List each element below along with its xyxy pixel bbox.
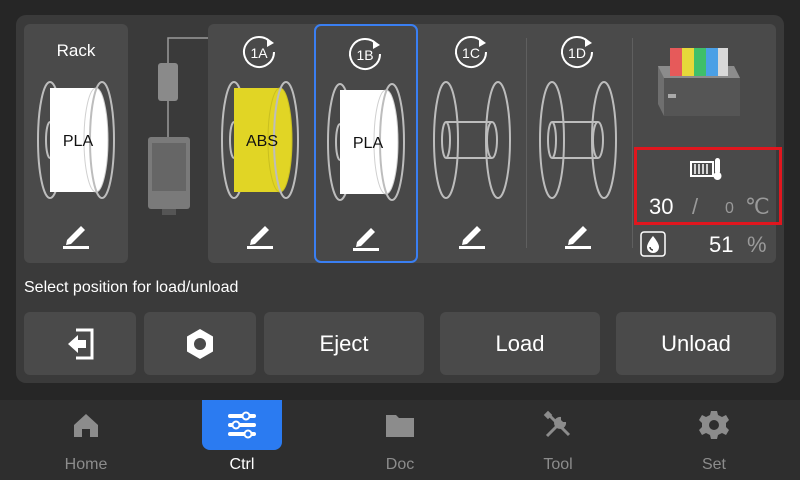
- slot-badge-1a-icon: 1A: [243, 36, 275, 68]
- nav-home-label: Home: [64, 456, 108, 473]
- slot-badge-1b-icon: 1B: [349, 38, 381, 70]
- filament-control-panel: Rack PLA 1A ABS 1B PLA 1C 1D 30 / 0 ℃ 51…: [16, 15, 784, 383]
- edit-icon[interactable]: [561, 218, 595, 250]
- ams-device-image: [658, 48, 740, 116]
- ams-unit: 1A ABS 1B PLA 1C 1D: [208, 24, 776, 263]
- slot-1a-spool[interactable]: ABS: [220, 78, 300, 203]
- home-icon: [74, 414, 98, 437]
- humidity-unit: %: [747, 232, 767, 257]
- target-temperature: 0: [725, 200, 734, 217]
- nav-ctrl[interactable]: Ctrl: [202, 400, 282, 480]
- hex-nut-icon: [187, 328, 213, 359]
- load-button[interactable]: Load: [440, 312, 600, 375]
- nav-tool-label: Tool: [543, 456, 573, 473]
- nav-ctrl-label: Ctrl: [229, 456, 255, 473]
- svg-text:1A: 1A: [250, 45, 268, 61]
- svg-text:1B: 1B: [356, 47, 373, 63]
- bottom-navigation: Home Ctrl Doc Tool Set: [0, 400, 800, 480]
- eject-button[interactable]: Eject: [264, 312, 424, 375]
- chamber-temperature: 30: [649, 194, 674, 219]
- rack-spool[interactable]: PLA: [36, 78, 116, 203]
- svg-text:1D: 1D: [568, 45, 586, 61]
- temperature-separator: /: [692, 194, 699, 219]
- nav-doc[interactable]: Doc: [360, 400, 440, 480]
- edit-icon[interactable]: [243, 218, 277, 250]
- folder-icon: [386, 415, 414, 437]
- slot-1d-empty-spool[interactable]: [538, 78, 618, 203]
- load-unload-prompt: Select position for load/unload: [24, 279, 239, 296]
- slot-1c[interactable]: 1C: [420, 24, 524, 263]
- gear-icon: [699, 411, 729, 439]
- nav-set-label: Set: [701, 456, 726, 473]
- rack-title: Rack: [56, 41, 96, 60]
- chamber-temperature-panel: 30 / 0 ℃: [634, 147, 782, 225]
- slot-1b-spool[interactable]: PLA: [326, 80, 406, 205]
- edit-icon[interactable]: [59, 218, 93, 250]
- nav-set[interactable]: Set: [674, 400, 754, 480]
- nozzle-settings-button[interactable]: [144, 312, 256, 375]
- slot-1a[interactable]: 1A ABS: [208, 24, 312, 263]
- svg-text:1C: 1C: [462, 45, 480, 61]
- slot-1b[interactable]: 1B PLA: [314, 24, 418, 263]
- tools-icon: [543, 410, 571, 438]
- unload-button[interactable]: Unload: [616, 312, 776, 375]
- nav-home[interactable]: Home: [46, 400, 126, 480]
- humidity-drop-icon: [640, 231, 666, 257]
- toolhead-buffer-diagram: [148, 37, 208, 215]
- edit-icon[interactable]: [349, 220, 383, 252]
- rack-slot[interactable]: Rack PLA: [24, 24, 128, 263]
- heater-thermometer-icon: [690, 158, 722, 180]
- slot-badge-1d-icon: 1D: [561, 36, 593, 68]
- nav-doc-label: Doc: [385, 456, 415, 473]
- nav-tool[interactable]: Tool: [518, 400, 598, 480]
- sliders-icon: [228, 411, 256, 439]
- exit-button[interactable]: [24, 312, 136, 375]
- slot-1a-material: ABS: [246, 133, 278, 150]
- exit-icon: [68, 328, 94, 359]
- slot-1c-empty-spool[interactable]: [432, 78, 512, 203]
- edit-icon[interactable]: [455, 218, 489, 250]
- humidity-value: 51: [709, 232, 734, 257]
- panel-divider: [632, 38, 633, 248]
- slot-1d[interactable]: 1D: [526, 24, 630, 263]
- rack-material: PLA: [63, 133, 94, 150]
- slot-badge-1c-icon: 1C: [455, 36, 487, 68]
- temperature-unit: ℃: [745, 194, 770, 219]
- slot-1b-material: PLA: [353, 135, 384, 152]
